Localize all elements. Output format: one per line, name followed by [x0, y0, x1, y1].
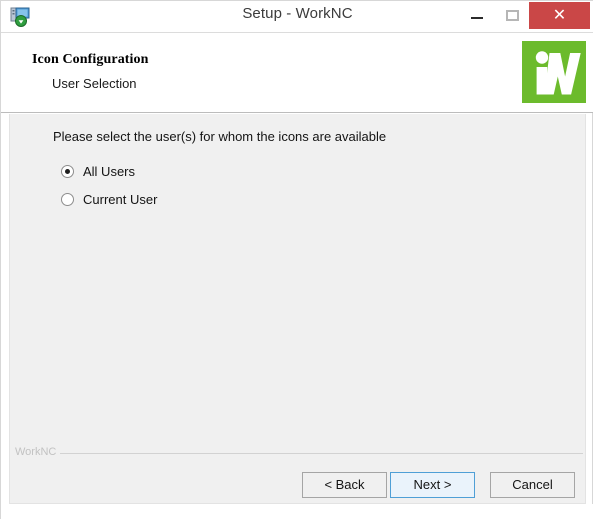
radio-unselected-icon[interactable]	[61, 193, 74, 206]
worknc-logo	[522, 41, 586, 103]
wizard-body: Please select the user(s) for whom the i…	[9, 114, 586, 504]
page-title: Icon Configuration	[32, 52, 149, 67]
minimize-icon	[470, 17, 483, 19]
close-button[interactable]: ✕	[529, 2, 590, 29]
next-button[interactable]: Next >	[390, 472, 475, 498]
maximize-button[interactable]	[496, 2, 529, 29]
cancel-button[interactable]: Cancel	[490, 472, 575, 498]
minimize-button[interactable]	[459, 2, 494, 29]
radio-selected-icon[interactable]	[61, 165, 74, 178]
radio-option-all-users[interactable]: All Users	[61, 164, 135, 179]
radio-option-label: All Users	[83, 164, 136, 179]
footer-divider	[15, 453, 583, 454]
setup-wizard-window: Setup - WorkNC ✕ Icon Configuration User…	[0, 0, 593, 520]
radio-option-label: Current User	[83, 192, 158, 207]
page-subtitle: User Selection	[52, 76, 137, 91]
title-bar: Setup - WorkNC ✕	[1, 1, 593, 32]
back-button[interactable]: < Back	[302, 472, 387, 498]
radio-option-current-user[interactable]: Current User	[61, 192, 157, 207]
selection-prompt: Please select the user(s) for whom the i…	[53, 129, 387, 144]
button-bar	[1, 504, 593, 520]
brand-label: WorkNC	[15, 446, 61, 458]
close-icon: ✕	[552, 6, 567, 24]
wizard-header: Icon Configuration User Selection	[1, 32, 593, 113]
maximize-icon	[506, 10, 519, 21]
